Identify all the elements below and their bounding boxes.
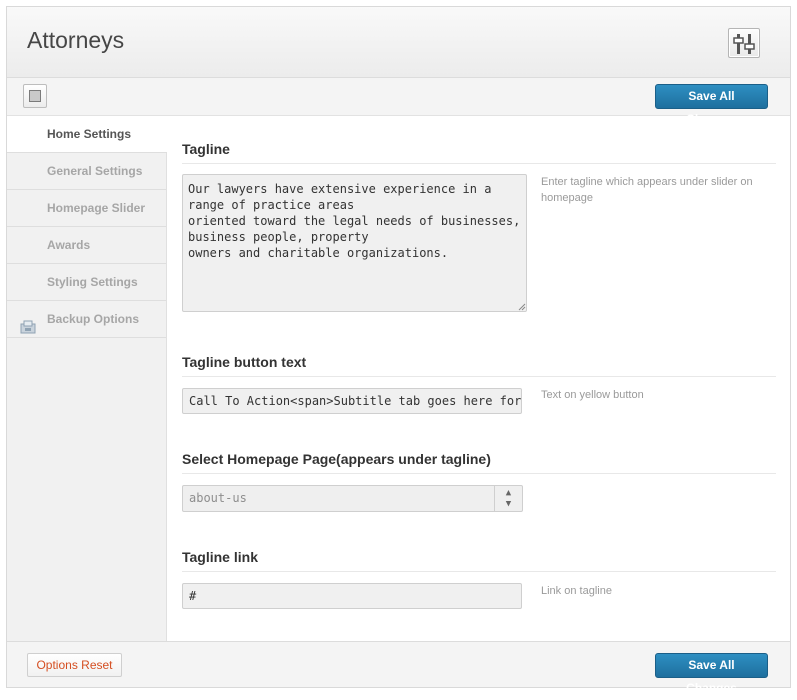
tagline-button-title: Tagline button text bbox=[182, 354, 307, 370]
tagline-description: Enter tagline which appears under slider… bbox=[541, 176, 753, 204]
sidebar-item-label: Backup Options bbox=[47, 312, 140, 326]
panel-toggle-icon bbox=[29, 90, 41, 102]
options-panel: Attorneys Save All Changes Home Settings… bbox=[6, 6, 791, 695]
divider bbox=[182, 376, 776, 377]
sidebar: Home Settings General Settings Homepage … bbox=[7, 116, 167, 641]
save-all-changes-button-bottom[interactable]: Save All Changes bbox=[655, 653, 768, 695]
tagline-button-description: Text on yellow button bbox=[541, 389, 644, 401]
options-reset-button[interactable]: Options Reset bbox=[27, 653, 122, 677]
settings-sliders-icon[interactable] bbox=[728, 28, 760, 58]
tagline-link-description: Link on tagline bbox=[541, 585, 612, 597]
footer: Options Reset Save All Changes bbox=[7, 641, 790, 695]
resize-grip-icon[interactable] bbox=[518, 303, 526, 311]
divider bbox=[182, 163, 776, 164]
sidebar-item-general-settings[interactable]: General Settings bbox=[7, 153, 166, 190]
tagline-textarea[interactable]: Our lawyers have extensive experience in… bbox=[182, 174, 527, 312]
save-all-changes-button-top[interactable]: Save All Changes bbox=[655, 84, 768, 126]
sidebar-item-label: Styling Settings bbox=[47, 275, 138, 289]
tagline-link-title: Tagline link bbox=[182, 549, 258, 565]
tagline-title: Tagline bbox=[182, 141, 230, 157]
sidebar-item-styling-settings[interactable]: Styling Settings bbox=[7, 264, 166, 301]
divider bbox=[182, 571, 776, 572]
header: Attorneys bbox=[7, 7, 790, 78]
tagline-button-input[interactable]: Call To Action<span>Subtitle tab goes he… bbox=[182, 388, 522, 414]
select-arrow-icon: ▲ ▼ bbox=[494, 486, 522, 511]
tagline-link-input[interactable]: # bbox=[182, 583, 522, 609]
sidebar-item-awards[interactable]: Awards bbox=[7, 227, 166, 264]
sidebar-item-home-settings[interactable]: Home Settings bbox=[7, 116, 167, 153]
divider bbox=[182, 473, 776, 474]
toolbar: Save All Changes bbox=[7, 78, 790, 126]
homepage-page-select[interactable]: about-us ▲ ▼ bbox=[182, 485, 523, 512]
backup-icon bbox=[20, 312, 36, 334]
panel-toggle-button[interactable] bbox=[23, 84, 47, 108]
sidebar-item-label: Homepage Slider bbox=[47, 201, 146, 215]
sidebar-item-label: General Settings bbox=[47, 164, 143, 178]
homepage-page-selected-value: about-us bbox=[189, 491, 247, 505]
sidebar-item-homepage-slider[interactable]: Homepage Slider bbox=[7, 190, 166, 227]
sidebar-item-label: Home Settings bbox=[47, 127, 132, 141]
main-content: Tagline Our lawyers have extensive exper… bbox=[182, 116, 777, 641]
homepage-page-title: Select Homepage Page(appears under tagli… bbox=[182, 451, 491, 467]
page-title: Attorneys bbox=[27, 27, 125, 53]
sidebar-item-backup-options[interactable]: Backup Options bbox=[7, 301, 166, 338]
sidebar-item-label: Awards bbox=[47, 238, 91, 252]
